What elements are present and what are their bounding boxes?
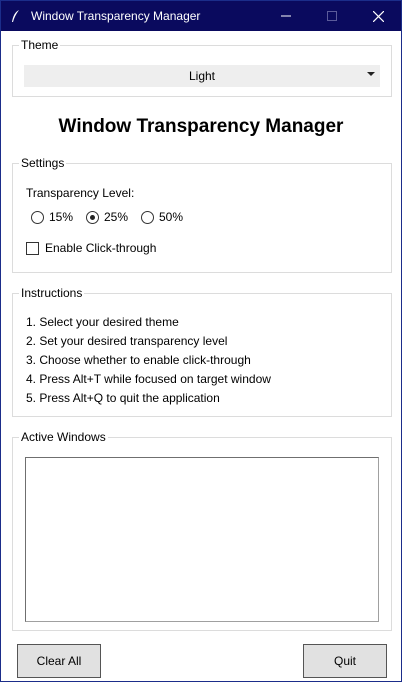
instructions-legend: Instructions	[19, 286, 85, 300]
radio-label: 50%	[159, 210, 184, 224]
radio-label: 15%	[49, 210, 74, 224]
app-window: Window Transparency Manager Theme Light	[0, 0, 402, 682]
quit-label: Quit	[333, 654, 356, 668]
click-through-checkbox[interactable]: Enable Click-through	[26, 241, 156, 255]
maximize-button[interactable]	[309, 1, 355, 31]
radio-50[interactable]: 50%	[141, 210, 183, 224]
close-icon	[372, 10, 384, 22]
minimize-button[interactable]	[263, 1, 309, 31]
radio-label: 25%	[104, 210, 129, 224]
dropdown-arrow-icon	[367, 72, 375, 76]
instruction-line: 4. Press Alt+T while focused on target w…	[26, 372, 271, 386]
radio-circle[interactable]	[141, 210, 154, 224]
instruction-line: 2. Set your desired transparency level	[26, 334, 228, 348]
close-button[interactable]	[355, 1, 401, 31]
instructions-group: Instructions 1. Select your desired them…	[12, 286, 392, 417]
theme-select[interactable]: Light	[24, 65, 380, 87]
settings-legend: Settings	[19, 156, 67, 170]
radio-15[interactable]: 15%	[31, 210, 73, 224]
page-title: Window Transparency Manager	[58, 116, 344, 137]
minimize-icon	[281, 15, 291, 17]
theme-group: Theme Light	[12, 38, 392, 97]
settings-group: Settings Transparency Level: 15% 25% 50%…	[12, 156, 392, 273]
window-title: Window Transparency Manager	[31, 9, 201, 23]
theme-legend: Theme	[19, 38, 61, 52]
radio-circle-selected[interactable]	[86, 210, 99, 224]
active-windows-legend: Active Windows	[19, 430, 108, 444]
radio-25[interactable]: 25%	[86, 210, 128, 224]
radio-circle[interactable]	[31, 210, 44, 224]
title-bar[interactable]: Window Transparency Manager	[1, 1, 401, 31]
active-windows-list[interactable]	[25, 457, 379, 622]
quit-button[interactable]: Quit	[303, 644, 387, 678]
clear-all-button[interactable]: Clear All	[17, 644, 101, 678]
click-through-label: Enable Click-through	[45, 241, 157, 255]
instruction-line: 5. Press Alt+Q to quit the application	[26, 391, 220, 405]
instruction-line: 1. Select your desired theme	[26, 315, 179, 329]
instruction-line: 3. Choose whether to enable click-throug…	[26, 353, 251, 367]
clear-all-label: Clear All	[36, 654, 82, 668]
checkbox-box[interactable]	[26, 241, 39, 255]
active-windows-group: Active Windows	[12, 430, 392, 631]
feather-icon	[12, 10, 19, 22]
transparency-label: Transparency Level:	[26, 186, 135, 200]
maximize-icon	[327, 11, 337, 21]
theme-select-value: Light	[188, 69, 216, 83]
